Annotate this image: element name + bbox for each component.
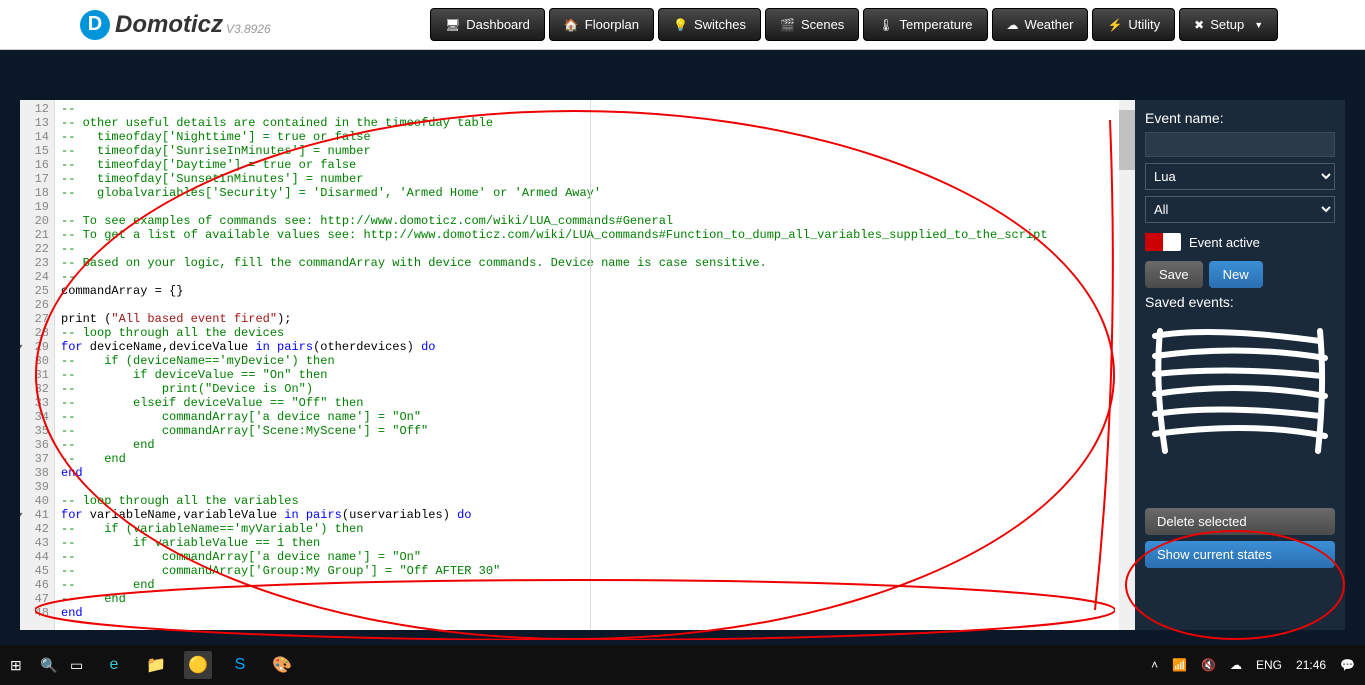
windows-taskbar[interactable]: ⊞ 🔍 ▭ e 📁 🟡 S 🎨 ˄ 📶 🔇 ☁ ENG 21:46 💬 [0, 645, 1365, 685]
nav-setup[interactable]: ✖ Setup ▼ [1179, 8, 1278, 41]
nav-floorplan[interactable]: 🏠 Floorplan [549, 8, 654, 41]
nav-utility[interactable]: ⚡ Utility [1092, 8, 1175, 41]
event-name-input[interactable] [1145, 132, 1335, 157]
scrollbar-thumb[interactable] [1119, 110, 1135, 170]
tray-volume-icon[interactable]: 🔇 [1201, 658, 1216, 672]
tray-language[interactable]: ENG [1256, 658, 1282, 672]
skype-icon[interactable]: S [226, 651, 254, 679]
logo-version: V3.8926 [226, 22, 271, 36]
nav-dashboard[interactable]: 🖥 Dashboard [430, 8, 545, 41]
show-current-states-button[interactable]: Show current states [1145, 541, 1335, 568]
tray-chevron-icon[interactable]: ˄ [1151, 658, 1158, 672]
logo-text: Domoticz [115, 11, 223, 39]
editor-gutter: 1213141516171819202122232425262728293031… [20, 100, 55, 630]
tray-notifications-icon[interactable]: 💬 [1340, 658, 1355, 672]
tray-clock[interactable]: 21:46 [1296, 658, 1326, 672]
edge-icon[interactable]: e [100, 651, 128, 679]
event-active-toggle[interactable] [1145, 233, 1181, 251]
search-icon[interactable]: 🔍 [40, 657, 56, 673]
logo-icon: D [80, 10, 110, 40]
dashboard-icon: 🖥 [445, 18, 460, 32]
explorer-icon[interactable]: 📁 [142, 651, 170, 679]
scenes-icon: 🎬 [780, 18, 795, 32]
nav-scenes-label: Scenes [801, 17, 844, 32]
switches-icon: 💡 [673, 18, 688, 32]
setup-icon: ✖ [1194, 18, 1204, 32]
taskbar-right: ˄ 📶 🔇 ☁ ENG 21:46 💬 [1151, 658, 1355, 672]
nav-floorplan-label: Floorplan [585, 17, 639, 32]
side-panel: Event name: Lua All Event active Save Ne… [1135, 100, 1345, 630]
delete-selected-button[interactable]: Delete selected [1145, 508, 1335, 535]
nav-scenes[interactable]: 🎬 Scenes [765, 8, 859, 41]
tray-onedrive-icon[interactable]: ☁ [1230, 658, 1242, 672]
weather-icon: ☁ [1007, 18, 1019, 32]
editor-ruler [590, 100, 591, 630]
logo: D Domoticz V3.8926 [0, 10, 430, 40]
temperature-icon: 🌡 [878, 18, 893, 32]
nav-dashboard-label: Dashboard [466, 17, 530, 32]
event-active-label: Event active [1189, 235, 1260, 250]
saved-events-label: Saved events: [1145, 294, 1335, 310]
nav-weather-label: Weather [1025, 17, 1074, 32]
nav-temperature-label: Temperature [900, 17, 973, 32]
floorplan-icon: 🏠 [564, 18, 579, 32]
chevron-down-icon: ▼ [1254, 20, 1263, 30]
event-name-label: Event name: [1145, 110, 1335, 126]
code-editor[interactable]: 1213141516171819202122232425262728293031… [20, 100, 1135, 630]
nav-switches[interactable]: 💡 Switches [658, 8, 761, 41]
language-select[interactable]: Lua [1145, 163, 1335, 190]
content-panel: 1213141516171819202122232425262728293031… [20, 100, 1345, 630]
save-button[interactable]: Save [1145, 261, 1203, 288]
nav-weather[interactable]: ☁ Weather [992, 8, 1089, 41]
tray-network-icon[interactable]: 📶 [1172, 658, 1187, 672]
chrome-icon[interactable]: 🟡 [184, 651, 212, 679]
editor-code[interactable]: ---- other useful details are contained … [55, 100, 1135, 630]
start-icon[interactable]: ⊞ [10, 657, 26, 673]
editor-scrollbar[interactable] [1119, 100, 1135, 630]
nav-switches-label: Switches [694, 17, 746, 32]
new-button[interactable]: New [1209, 261, 1263, 288]
utility-icon: ⚡ [1107, 18, 1122, 32]
trigger-select[interactable]: All [1145, 196, 1335, 223]
nav-setup-label: Setup [1210, 17, 1244, 32]
main-nav: 🖥Dashboard 🏠Floorplan 💡Switches 🎬Scenes … [430, 8, 1278, 41]
main-area: 1213141516171819202122232425262728293031… [0, 50, 1365, 645]
saved-events-list[interactable] [1145, 316, 1335, 496]
redacted-overlay [1150, 326, 1330, 456]
top-bar: D Domoticz V3.8926 🖥 Dashboard 🏠 Floorplan… [0, 0, 1365, 50]
nav-utility-label: Utility [1128, 17, 1160, 32]
taskbar-left: ⊞ 🔍 ▭ e 📁 🟡 S 🎨 [10, 651, 296, 679]
nav-temperature[interactable]: 🌡 Temperature [863, 8, 987, 41]
taskview-icon[interactable]: ▭ [70, 657, 86, 673]
paint-icon[interactable]: 🎨 [268, 651, 296, 679]
